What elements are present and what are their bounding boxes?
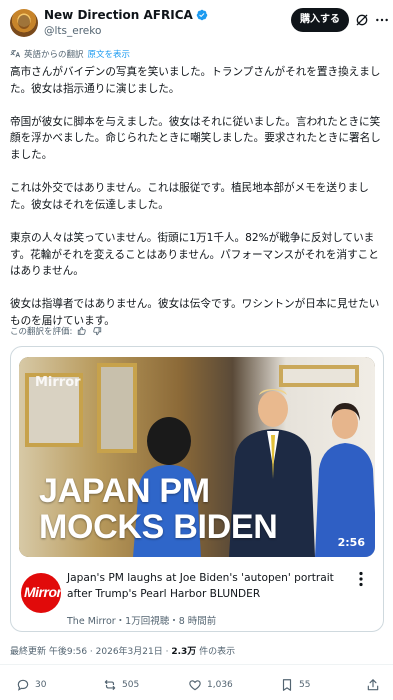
reply-button[interactable]: 30 — [16, 674, 46, 696]
action-bar: 30 505 1,036 55 — [0, 674, 393, 696]
tweet-timestamp: 最終更新 午後9:56 · 2026年3月21日 · 2.3万 件の表示 — [10, 644, 235, 657]
translation-note: 英語からの翻訳 原文を表示 — [10, 48, 130, 62]
mirror-watermark: Mirror — [35, 375, 81, 390]
author-name-text[interactable]: New Direction AFRICA — [44, 8, 193, 22]
thumbnail-headline-line: JAPAN PM — [39, 472, 210, 510]
like-count: 1,036 — [207, 680, 233, 690]
share-button[interactable] — [366, 674, 385, 696]
subscribe-button[interactable]: 購入する — [291, 8, 349, 32]
tweet-paragraph: 高市さんがバイデンの写真を笑いました。トランプさんがそれを置き換えました。彼女は… — [10, 66, 381, 95]
verified-badge-icon — [196, 9, 208, 21]
bookmark-icon — [282, 679, 292, 691]
view-count-suffix: 件の表示 — [196, 647, 236, 657]
thumbnail-headline-line: MOCKS BIDEN — [39, 508, 278, 546]
repost-button[interactable]: 505 — [103, 674, 139, 696]
share-icon — [367, 679, 379, 691]
like-button[interactable]: 1,036 — [188, 674, 233, 696]
repost-count: 505 — [122, 680, 140, 690]
translate-icon — [10, 50, 21, 58]
grok-icon[interactable] — [354, 12, 370, 28]
channel-logo-text: Mirror — [24, 584, 61, 600]
reply-icon — [17, 679, 29, 691]
divider — [0, 664, 393, 665]
author-handle[interactable]: @lts_ereko — [44, 25, 101, 37]
author-name[interactable]: New Direction AFRICA — [44, 8, 208, 22]
show-original-link[interactable]: 原文を表示 — [88, 50, 131, 60]
bookmark-button[interactable]: 55 — [280, 674, 310, 696]
heart-icon — [189, 680, 201, 691]
avatar[interactable] — [10, 9, 38, 37]
more-options-icon[interactable] — [374, 12, 390, 28]
channel-logo[interactable]: Mirror — [21, 573, 61, 613]
tweet-paragraph: 東京の人々は笑っていません。街頭に1万1千人。82%が戦争に反対しています。花輪… — [10, 231, 379, 278]
tweet-text: 高市さんがバイデンの写真を笑いました。トランプさんがそれを置き換えました。彼女は… — [10, 64, 386, 346]
translation-note-text: 英語からの翻訳 — [24, 50, 84, 60]
repost-icon — [104, 679, 116, 691]
portrait-frame — [279, 365, 359, 387]
reply-count: 30 — [35, 680, 47, 690]
thumbs-down-icon[interactable] — [92, 326, 102, 336]
bookmark-count: 55 — [299, 680, 311, 690]
video-title[interactable]: Japan's PM laughs at Joe Biden's 'autope… — [67, 571, 349, 602]
rate-translation: この翻訳を評価: — [10, 325, 102, 337]
thumbs-up-icon[interactable] — [77, 326, 87, 336]
timestamp-text[interactable]: 最終更新 午後9:56 · 2026年3月21日 · — [10, 647, 171, 657]
thumbnail-headline: JAPAN PM MOCKS BIDEN — [39, 473, 278, 545]
video-duration: 2:56 — [337, 536, 365, 549]
video-more-icon[interactable] — [355, 571, 367, 587]
view-count: 2.3万 — [171, 647, 197, 657]
video-thumbnail[interactable]: Mirror JAPAN PM MOCKS BIDEN 2:56 — [19, 357, 375, 557]
video-meta: The Mirror・1万回視聴・8 時間前 — [67, 616, 217, 627]
tweet-paragraph: これは外交ではありません。これは服従です。植民地本部がメモを送りました。彼女はそ… — [10, 182, 369, 211]
tweet-header: New Direction AFRICA @lts_ereko 購入する — [0, 0, 393, 46]
rate-translation-label: この翻訳を評価: — [10, 327, 73, 337]
video-card[interactable]: Mirror JAPAN PM MOCKS BIDEN 2:56 Mirror … — [10, 346, 384, 632]
tweet-paragraph: 帝国が彼女に脚本を与えました。彼女はそれに従いました。言われたときに笑顔を浮かべ… — [10, 115, 381, 161]
person-silhouette — [315, 403, 375, 557]
